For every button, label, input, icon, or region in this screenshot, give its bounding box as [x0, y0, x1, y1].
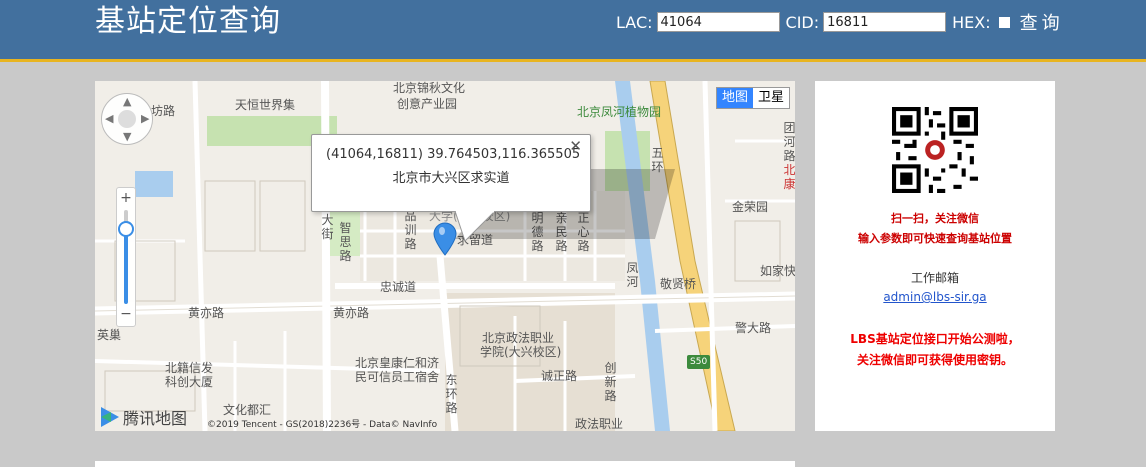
map-label: 忠诚道 [380, 280, 417, 294]
map-label: 黄亦路 [188, 306, 225, 320]
info-window-tail [455, 211, 495, 242]
map-label: 如家快 [760, 264, 795, 278]
map-label: 北京凤河植物园 [577, 105, 662, 119]
map-label: 警大路 [735, 321, 772, 335]
map-view[interactable]: 坊路 天恒世界集 北京锦秋文化 创意产业园 北京凤河植物园 金荣园 如家快 敬贤… [95, 81, 795, 431]
info-address: 北京市大兴区求实道 [392, 171, 510, 186]
map-label: 黄亦路 [333, 306, 370, 320]
map-type-map[interactable]: 地图 [716, 88, 753, 108]
map-label: 北京皇康仁和济 [355, 356, 440, 370]
map-label: 政法职业 [575, 417, 624, 431]
map-label: 东环路 [445, 373, 458, 415]
map-copyright: ©2019 Tencent - GS(2018)2236号 - Data© Na… [207, 420, 438, 430]
hex-label: HEX: [952, 12, 991, 32]
map-label: 文化都汇 [223, 403, 272, 417]
map-label: 天恒世界集 [235, 98, 296, 112]
map-label: 北籍信发 [165, 361, 214, 375]
map-label: 大街 [321, 213, 334, 241]
lac-label: LAC: [616, 12, 653, 32]
pan-up-icon[interactable]: ▲ [123, 95, 131, 108]
pan-center-icon[interactable] [118, 110, 136, 128]
top-header: 基站定位查询 LAC: CID: HEX: 查询 [0, 0, 1146, 62]
info-panel: 扫一扫，关注微信 输入参数即可快速查询基站位置 工作邮箱 admin@lbs-s… [815, 81, 1055, 431]
map-label: 创意产业园 [397, 97, 458, 111]
zoom-out-icon[interactable]: − [117, 306, 135, 322]
zoom-control: + − [116, 187, 136, 327]
zoom-slider-handle[interactable] [118, 221, 134, 237]
map-label: 品训路 [404, 209, 417, 251]
map-label: 团河路 [783, 121, 795, 163]
tencent-map-logo-icon [101, 407, 119, 427]
notice-line1: LBS基站定位接口开始公测啦， [850, 332, 1020, 346]
cid-label: CID: [785, 12, 820, 32]
map-logo-text: 腾讯地图 [123, 409, 188, 428]
map-label: 诚正路 [541, 369, 578, 383]
map-type-switch: 地图 卫星 [715, 87, 790, 109]
zoom-level-bar[interactable] [124, 228, 128, 304]
map-label: 智思路 [339, 221, 352, 263]
map-label: 民可信员工宿舍 [355, 370, 440, 384]
location-pin-icon[interactable] [432, 221, 458, 257]
map-label: 北康 [783, 163, 795, 191]
info-window: (41064,16811) 39.764503,116.365505 北京市大兴… [311, 134, 591, 212]
map-label: 北京锦秋文化 [393, 81, 466, 95]
pan-control[interactable]: ▲ ▼ ◀ ▶ [101, 93, 153, 145]
cid-input[interactable] [823, 12, 947, 32]
pan-right-icon[interactable]: ▶ [141, 112, 149, 125]
map-label: 坊路 [151, 104, 176, 118]
map-label: 科创大厦 [165, 375, 214, 389]
map-label: 创新路 [604, 361, 617, 403]
hex-checkbox[interactable] [998, 16, 1010, 28]
map-label: 金荣园 [732, 200, 769, 214]
map-label: 北京政法职业 [482, 331, 555, 345]
scan-hint-line1: 扫一扫，关注微信 [891, 212, 979, 225]
bottom-card [95, 461, 795, 467]
zoom-in-icon[interactable]: + [117, 190, 135, 206]
map-label: 凤河 [626, 261, 639, 289]
pan-left-icon[interactable]: ◀ [105, 112, 113, 125]
map-type-satellite[interactable]: 卫星 [753, 88, 789, 108]
email-label: 工作邮箱 [910, 271, 959, 285]
lac-input[interactable] [656, 12, 780, 32]
wechat-qr-code [892, 107, 978, 193]
map-label: 敬贤桥 [660, 277, 697, 291]
page-title: 基站定位查询 [95, 4, 281, 39]
pan-down-icon[interactable]: ▼ [123, 130, 131, 143]
query-button[interactable]: 查询 [1020, 9, 1064, 35]
scan-hint-line2: 输入参数即可快速查询基站位置 [858, 232, 1012, 245]
map-logo: 腾讯地图 [97, 405, 187, 429]
close-icon[interactable]: ✕ [569, 137, 582, 155]
notice-line2: 关注微信即可获得使用密钥。 [856, 353, 1013, 367]
query-form: LAC: CID: HEX: 查询 [616, 9, 1064, 35]
map-label: 学院(大兴校区) [480, 345, 562, 359]
highway-shield: S50 [687, 355, 711, 369]
email-link[interactable]: admin@lbs-sir.ga [815, 290, 1055, 304]
info-coordinates: (41064,16811) 39.764503,116.365505 [326, 147, 581, 162]
map-label: 英巢 [97, 328, 122, 342]
